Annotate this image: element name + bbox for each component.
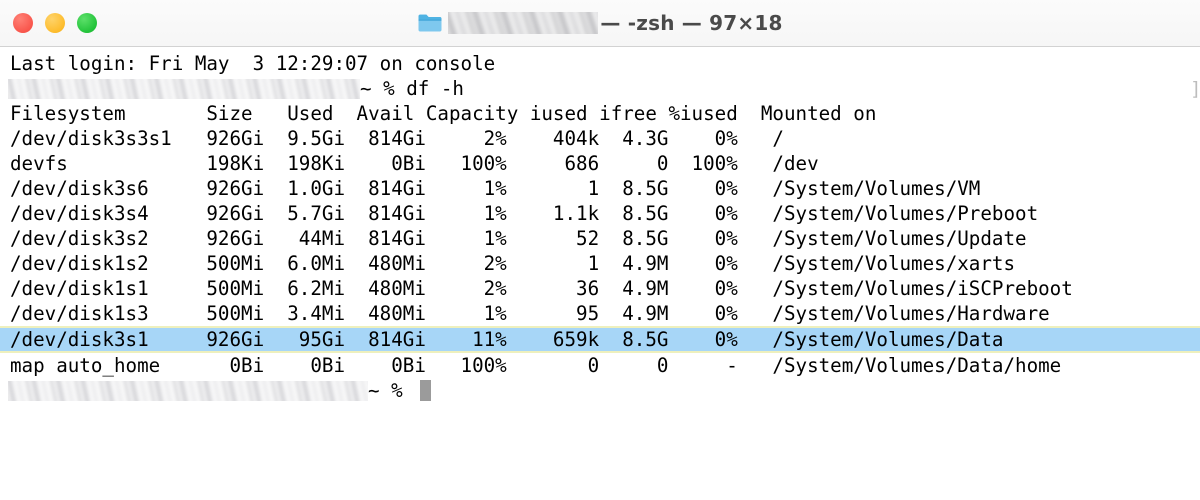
block-cursor <box>420 380 432 401</box>
table-row: /dev/disk3s3s1 926Gi 9.5Gi 814Gi 2% 404k… <box>10 127 784 150</box>
table-row-highlighted-text: /dev/disk3s1 926Gi 95Gi 814Gi 11% 659k 8… <box>10 328 1004 351</box>
redacted-prompt-1 <box>8 79 360 99</box>
table-row: /dev/disk1s3 500Mi 3.4Mi 480Mi 1% 95 4.9… <box>10 302 1050 325</box>
table-row: /dev/disk1s2 500Mi 6.0Mi 480Mi 2% 1 4.9M… <box>10 252 1016 275</box>
window-title-area: — -zsh — 97×18 <box>0 0 1200 46</box>
window-titlebar[interactable]: — -zsh — 97×18 <box>0 0 1200 47</box>
prompt-tail-1: ~ % <box>360 77 407 100</box>
folder-icon <box>418 14 442 32</box>
command-text: df -h <box>406 77 464 100</box>
table-row: /dev/disk3s2 926Gi 44Mi 814Gi 1% 52 8.5G… <box>10 227 1027 250</box>
table-row-highlighted[interactable]: /dev/disk3s1 926Gi 95Gi 814Gi 11% 659k 8… <box>0 326 1200 353</box>
window-title-text: — -zsh — 97×18 <box>600 11 783 35</box>
table-row: /dev/disk3s6 926Gi 1.0Gi 814Gi 1% 1 8.5G… <box>10 177 981 200</box>
minimize-button[interactable] <box>45 13 65 33</box>
terminal-window: — -zsh — 97×18 ] Last login: Fri May 3 1… <box>0 0 1200 500</box>
table-header-row: Filesystem Size Used Avail Capacity iuse… <box>10 102 877 125</box>
prompt-tail-2: ~ % <box>368 379 415 402</box>
table-row: /dev/disk1s1 500Mi 6.2Mi 480Mi 2% 36 4.9… <box>10 277 1073 300</box>
table-row: devfs 198Ki 198Ki 0Bi 100% 686 0 100% /d… <box>10 152 819 175</box>
login-banner-line: Last login: Fri May 3 12:29:07 on consol… <box>10 52 496 75</box>
command-prompt-line: ~ % df -h <box>0 76 1200 101</box>
terminal-content[interactable]: ] Last login: Fri May 3 12:29:07 on cons… <box>0 47 1200 500</box>
redacted-title-path <box>448 12 598 34</box>
final-prompt-line[interactable]: ~ % <box>0 378 1200 403</box>
table-row: /dev/disk3s4 926Gi 5.7Gi 814Gi 1% 1.1k 8… <box>10 202 1039 225</box>
redacted-prompt-2 <box>8 381 368 401</box>
table-row: map auto_home 0Bi 0Bi 0Bi 100% 0 0 - /Sy… <box>10 354 1062 377</box>
close-button[interactable] <box>13 13 33 33</box>
maximize-button[interactable] <box>77 13 97 33</box>
traffic-light-group <box>13 0 97 46</box>
